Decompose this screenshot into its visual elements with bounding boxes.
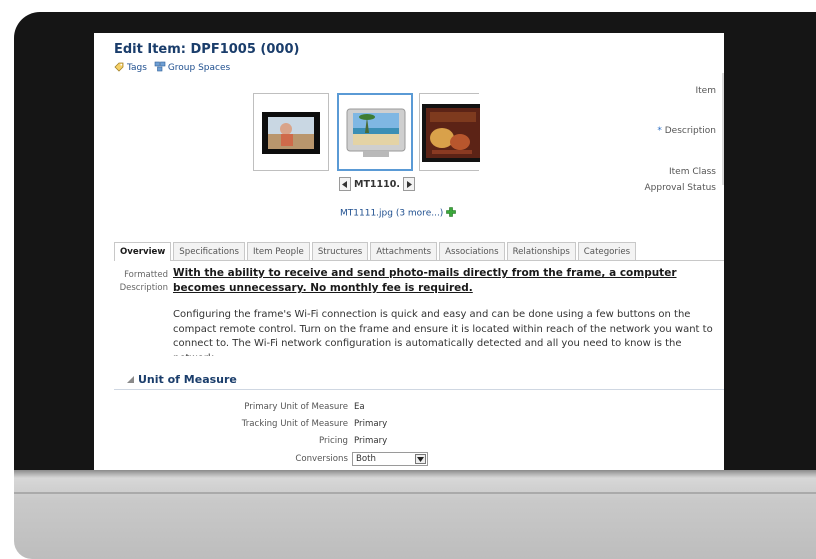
pricing-value: Primary — [354, 436, 388, 446]
formatted-description-label-line-1: Formatted — [124, 270, 168, 280]
primary-uom-label: Primary Unit of Measure — [244, 402, 348, 412]
uom-row-pricing: Pricing Primary — [94, 434, 724, 448]
attachment-file-link[interactable]: MT1111.jpg (3 more...) — [340, 207, 457, 220]
thumbnail-frame-2[interactable] — [337, 93, 413, 171]
tag-icon[interactable] — [114, 61, 127, 75]
section-title: Unit of Measure — [138, 373, 237, 386]
description-label-text: Description — [664, 126, 716, 136]
uom-row-primary: Primary Unit of Measure Ea — [94, 400, 724, 414]
group-spaces-icon[interactable] — [150, 61, 168, 75]
tab-bar: Overview Specifications Item People Stru… — [114, 242, 724, 261]
file-link-text[interactable]: MT1111.jpg (3 more...) — [340, 209, 443, 219]
group-spaces-link[interactable]: Group Spaces — [168, 63, 230, 73]
triangle-right-icon[interactable] — [402, 177, 415, 191]
tracking-uom-value: Primary — [354, 419, 388, 429]
page-title: Edit Item: DPF1005 (000) — [114, 42, 300, 57]
thumbnail-frame-1[interactable] — [253, 93, 329, 171]
description-label: * Description — [657, 126, 716, 136]
tab-categories[interactable]: Categories — [577, 242, 637, 260]
collapse-triangle-icon[interactable] — [126, 375, 135, 384]
formatted-description-field[interactable]: With the ability to receive and send pho… — [173, 266, 724, 356]
title-links: Tags Group Spaces — [114, 61, 230, 75]
monitor-base-shadow — [14, 470, 816, 478]
formatted-description-label-line-2: Description — [119, 283, 168, 293]
description-body: Configuring the frame's Wi-Fi connection… — [173, 309, 713, 356]
item-label: Item — [695, 86, 717, 96]
tags-link[interactable]: Tags — [127, 63, 147, 73]
tracking-uom-label: Tracking Unit of Measure — [241, 419, 348, 429]
primary-uom-value: Ea — [354, 402, 365, 412]
approval-status-label: Approval Status — [644, 183, 716, 193]
tab-overview[interactable]: Overview — [114, 242, 172, 261]
chevron-down-icon[interactable] — [415, 454, 426, 464]
uom-row-tracking: Tracking Unit of Measure Primary — [94, 417, 724, 431]
tab-associations[interactable]: Associations — [439, 242, 505, 260]
item-class-label: Item Class — [668, 167, 716, 177]
monitor-base — [14, 470, 816, 559]
summary-divider — [722, 73, 724, 185]
thumbnail-label: MT1110. — [354, 178, 400, 190]
triangle-left-icon[interactable] — [339, 177, 351, 191]
monitor-base-seam — [14, 492, 816, 494]
section-divider — [114, 389, 724, 390]
description-headline: With the ability to receive and send pho… — [173, 267, 677, 294]
conversions-value: Both — [356, 454, 376, 464]
thumbnail-frame-3[interactable] — [419, 93, 480, 171]
conversions-label: Conversions — [295, 454, 348, 464]
tab-item-people[interactable]: Item People — [246, 242, 310, 260]
tab-relationships[interactable]: Relationships — [506, 242, 576, 260]
tab-structures[interactable]: Structures — [311, 242, 369, 260]
green-plus-icon[interactable] — [446, 207, 457, 220]
formatted-description-label: Formatted Description — [114, 269, 168, 295]
tab-specifications[interactable]: Specifications — [173, 242, 245, 260]
thumbnail-pager: MT1110. — [339, 176, 415, 192]
pricing-label: Pricing — [319, 436, 348, 446]
unit-of-measure-header[interactable]: Unit of Measure — [126, 373, 237, 386]
required-mark: * — [657, 126, 662, 136]
screen: Edit Item: DPF1005 (000) Tags Group Spac… — [94, 33, 724, 470]
conversions-select[interactable]: Both — [352, 452, 428, 466]
tab-attachments[interactable]: Attachments — [370, 242, 438, 260]
